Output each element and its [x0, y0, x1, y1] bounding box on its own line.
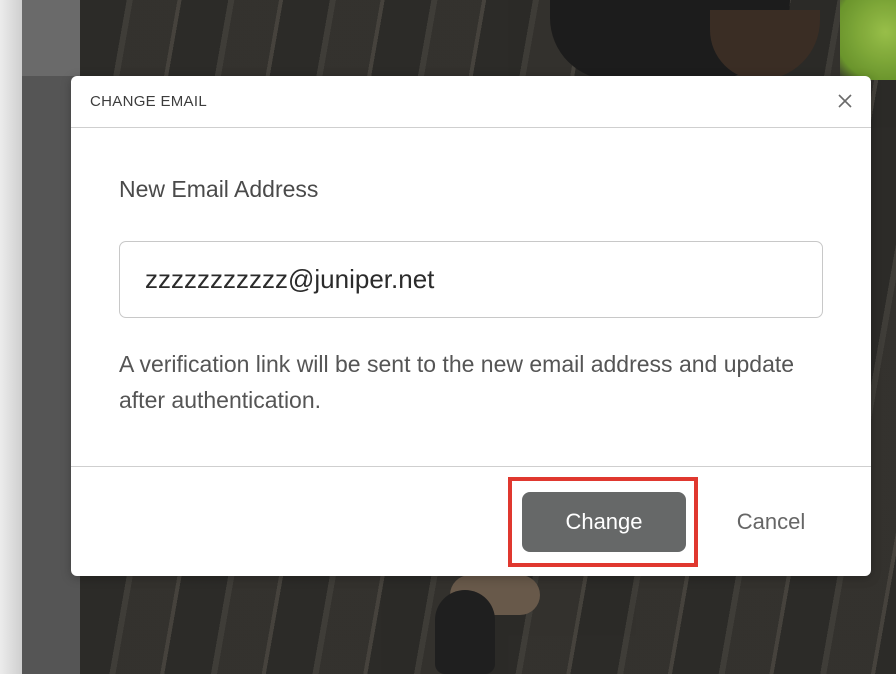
top-bar-overlay	[22, 0, 80, 76]
dialog-footer: Change Cancel	[71, 466, 871, 577]
new-email-input[interactable]	[119, 241, 823, 318]
cancel-button[interactable]: Cancel	[721, 492, 821, 552]
dialog-title: CHANGE EMAIL	[90, 93, 207, 110]
change-email-dialog: CHANGE EMAIL New Email Address A verific…	[71, 76, 871, 576]
screenshot-page: CHANGE EMAIL New Email Address A verific…	[0, 0, 896, 674]
dialog-body: New Email Address A verification link wi…	[71, 128, 871, 466]
close-button[interactable]	[833, 89, 857, 113]
window-frame	[0, 0, 22, 674]
dialog-header: CHANGE EMAIL	[71, 76, 871, 128]
background-person-shoe	[435, 590, 495, 674]
verification-help-text: A verification link will be sent to the …	[119, 351, 795, 413]
close-icon	[838, 94, 852, 108]
change-button[interactable]: Change	[522, 492, 686, 552]
background-plant	[840, 0, 896, 80]
email-field-label: New Email Address	[119, 176, 319, 202]
